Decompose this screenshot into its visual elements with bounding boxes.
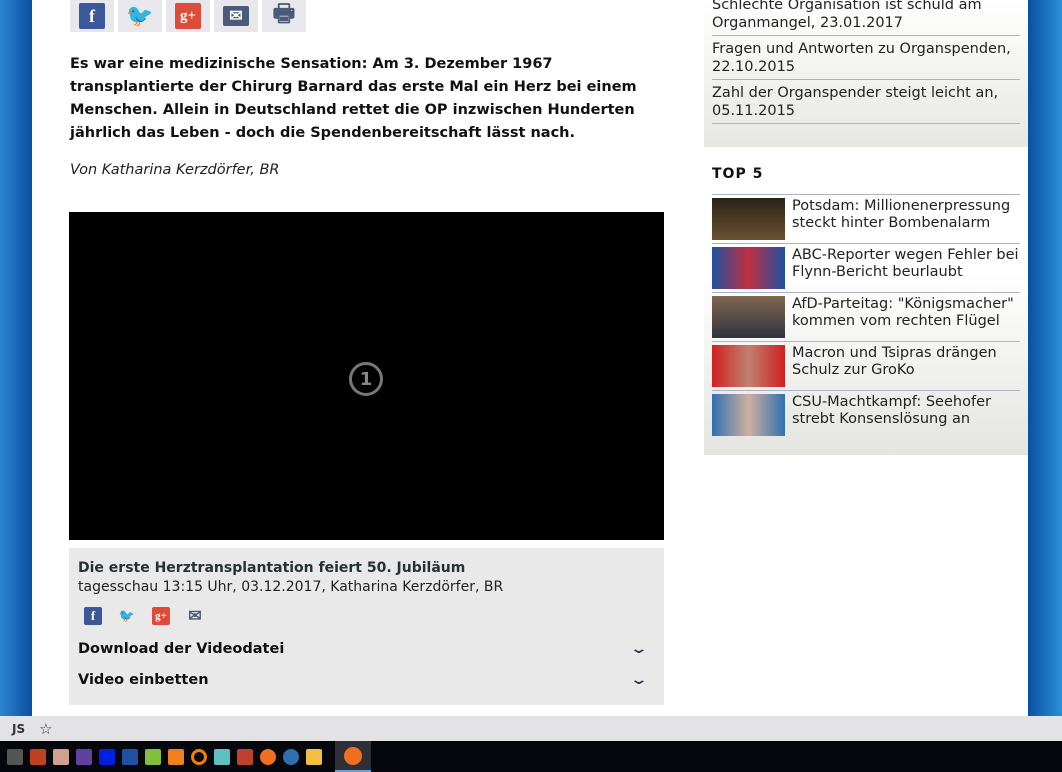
euro-icon[interactable] [99, 748, 115, 765]
download-label: Download der Videodatei [78, 640, 285, 657]
top5-item[interactable]: ABC-Reporter wegen Fehler bei Flynn-Beri… [712, 243, 1020, 292]
share-facebook-button[interactable]: f [70, 0, 114, 32]
video-share-bar: f 🐦 g+ ✉ [78, 603, 655, 629]
ard-logo-icon: 1 [349, 362, 383, 396]
folder-icon[interactable] [306, 748, 322, 765]
thumbnail [712, 247, 785, 289]
top5-item-title: CSU-Machtkampf: Seehofer strebt Konsensl… [792, 394, 991, 427]
googleplus-icon: g+ [175, 3, 201, 29]
share-bar: f 🐦 g+ ✉ 🖶 [70, 0, 306, 32]
mail-icon: ✉ [188, 608, 202, 625]
video-info: Die erste Herztransplantation feiert 50.… [69, 548, 664, 705]
top5-box: TOP 5 Potsdam: Millionenerpressung steck… [704, 150, 1028, 455]
top5-item[interactable]: Potsdam: Millionenerpressung steckt hint… [712, 194, 1020, 243]
video-title: Die erste Herztransplantation feiert 50.… [78, 560, 466, 576]
related-links: Schlechte Organisation ist schuld am Org… [704, 0, 1028, 147]
top5-heading: TOP 5 [712, 166, 764, 182]
browser-status-bar: JS ☆ [0, 716, 1062, 741]
googleplus-icon: g+ [152, 607, 170, 625]
notepad-icon[interactable] [145, 748, 161, 765]
app-icon[interactable] [76, 748, 92, 765]
thumbnail [712, 345, 785, 387]
embed-video-toggle[interactable]: Video einbetten ⌄ [78, 668, 655, 691]
facebook-icon: f [84, 607, 102, 625]
bookmark-star-icon[interactable]: ☆ [39, 720, 52, 738]
app-icon[interactable] [30, 748, 46, 765]
embed-label: Video einbetten [78, 671, 209, 688]
share-googleplus-button[interactable]: g+ [166, 0, 210, 32]
video-share-mail[interactable]: ✉ [180, 603, 210, 629]
show-desktop-icon[interactable] [7, 748, 23, 765]
related-link[interactable]: Zahl der Organspender steigt leicht an, … [712, 80, 1020, 124]
share-twitter-button[interactable]: 🐦 [118, 0, 162, 32]
share-mail-button[interactable]: ✉ [214, 0, 258, 32]
thumbnail [712, 296, 785, 338]
app-icon[interactable] [122, 748, 138, 765]
top5-item[interactable]: CSU-Machtkampf: Seehofer strebt Konsensl… [712, 390, 1020, 439]
top5-item-title: Potsdam: Millionenerpressung steckt hint… [792, 198, 1011, 231]
chevron-down-icon: ⌄ [629, 640, 649, 657]
mail-icon: ✉ [223, 6, 249, 26]
top5-item[interactable]: AfD-Parteitag: "Königsmacher" kommen vom… [712, 292, 1020, 341]
article-lead: Es war eine medizinische Sensation: Am 3… [70, 56, 637, 141]
video-subtitle: tagesschau 13:15 Uhr, 03.12.2017, Kathar… [78, 579, 504, 595]
facebook-icon: f [79, 3, 105, 29]
thumbnail [712, 394, 785, 436]
taskbar [0, 741, 1062, 772]
top5-item-title: AfD-Parteitag: "Königsmacher" kommen vom… [792, 296, 1014, 329]
video-share-facebook[interactable]: f [78, 603, 108, 629]
ccleaner-icon[interactable] [237, 748, 253, 765]
print-icon: 🖶 [272, 0, 296, 27]
firefox-icon [344, 746, 362, 765]
print-button[interactable]: 🖶 [262, 0, 306, 32]
firefox-icon[interactable] [260, 748, 276, 765]
related-link[interactable]: Fragen und Antworten zu Organspenden, 22… [712, 36, 1020, 80]
web-page: f 🐦 g+ ✉ 🖶 Es war eine medizinische Sens… [32, 0, 1028, 716]
twitter-icon: 🐦 [118, 608, 136, 623]
top5-item[interactable]: Macron und Tsipras drängen Schulz zur Gr… [712, 341, 1020, 390]
related-link[interactable]: Schlechte Organisation ist schuld am Org… [712, 0, 1020, 36]
taskbar-firefox-active[interactable] [335, 741, 371, 772]
app-icon[interactable] [168, 748, 184, 765]
download-video-toggle[interactable]: Download der Videodatei ⌄ [78, 637, 655, 660]
top5-item-title: Macron und Tsipras drängen Schulz zur Gr… [792, 345, 997, 378]
article-author: Von Katharina Kerzdörfer, BR [70, 162, 280, 178]
js-toggle[interactable]: JS [12, 722, 25, 736]
video-share-googleplus[interactable]: g+ [146, 603, 176, 629]
video-share-twitter[interactable]: 🐦 [112, 603, 142, 629]
search-icon[interactable] [191, 748, 207, 765]
chevron-down-icon: ⌄ [629, 671, 649, 688]
app-icon[interactable] [53, 748, 69, 765]
app-icon[interactable] [214, 748, 230, 765]
video-player[interactable]: 1 [69, 212, 664, 540]
top5-item-title: ABC-Reporter wegen Fehler bei Flynn-Beri… [792, 247, 1019, 280]
thunderbird-icon[interactable] [283, 748, 299, 765]
thumbnail [712, 198, 785, 240]
twitter-icon: 🐦 [126, 3, 154, 28]
